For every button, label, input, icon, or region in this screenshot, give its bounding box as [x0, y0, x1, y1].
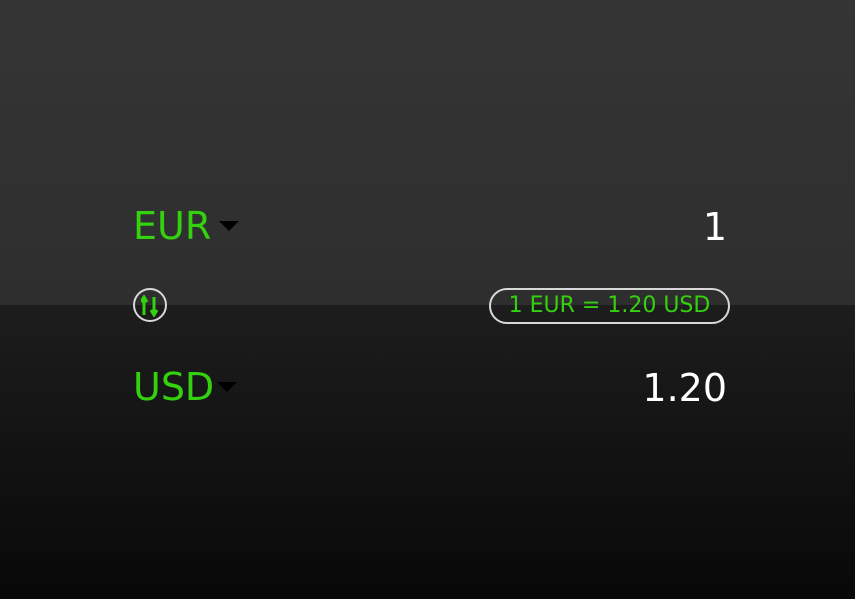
exchange-rate-badge: 1 EUR = 1.20 USD: [489, 288, 730, 324]
from-amount-field[interactable]: 1: [703, 208, 727, 246]
caret-down-icon: [217, 382, 238, 392]
from-currency-code: EUR: [133, 204, 212, 248]
currency-converter: EUR 1 1 EUR = 1.20 USD USD 1.20: [0, 0, 855, 599]
swap-vertical-arrows-icon: [141, 295, 159, 317]
from-currency-selector[interactable]: EUR: [133, 204, 240, 248]
caret-down-icon: [219, 221, 240, 231]
top-panel: [0, 0, 855, 305]
bottom-panel: [0, 305, 855, 599]
to-currency-code: USD: [133, 365, 215, 409]
swap-currencies-button[interactable]: [133, 288, 167, 322]
to-currency-selector[interactable]: USD: [133, 365, 238, 409]
to-amount-field[interactable]: 1.20: [642, 369, 727, 407]
